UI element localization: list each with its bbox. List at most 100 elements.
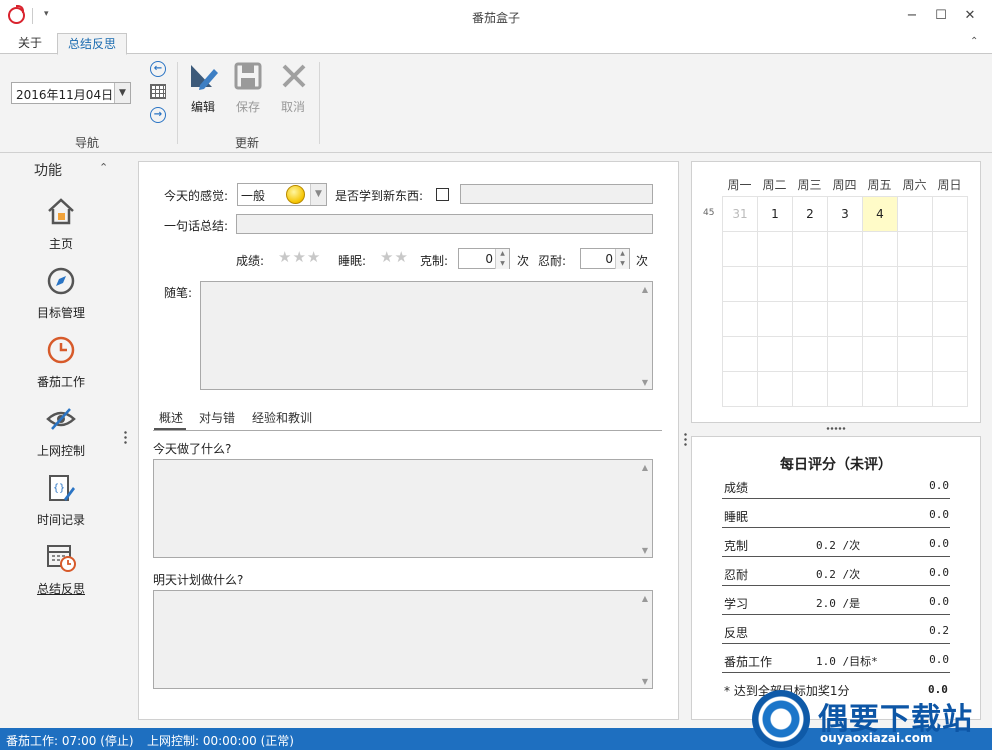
calendar-day-cell[interactable]: [863, 337, 898, 372]
calendar-day-cell[interactable]: [933, 372, 968, 407]
sidebar-item-home[interactable]: 主页: [0, 235, 122, 252]
calendar-day-cell[interactable]: [933, 302, 968, 337]
calendar-day-cell[interactable]: [758, 267, 793, 302]
date-picker[interactable]: 2016年11月04日 ▼: [11, 82, 131, 104]
calendar-day-cell[interactable]: [758, 337, 793, 372]
tab-lessons[interactable]: 经验和教训: [252, 409, 312, 426]
calendar-clock-icon[interactable]: [46, 542, 76, 572]
eye-slash-icon[interactable]: [46, 404, 76, 434]
scroll-up-icon[interactable]: ▲: [642, 285, 648, 294]
endure-stepper[interactable]: 0 ▲ ▼: [580, 248, 630, 269]
cancel-x-icon[interactable]: [281, 63, 307, 89]
minimize-button[interactable]: −: [902, 6, 922, 26]
calendar-day-cell[interactable]: [793, 372, 828, 407]
grade-rating[interactable]: ★★★: [278, 248, 321, 266]
chevron-down-icon[interactable]: ▼: [114, 83, 130, 103]
calendar-day-cell[interactable]: [863, 372, 898, 407]
clock-icon[interactable]: [46, 335, 76, 365]
calendar-day-cell[interactable]: [793, 267, 828, 302]
splitter-grip[interactable]: [826, 427, 846, 430]
sidebar-item-review[interactable]: 总结反思: [0, 580, 122, 597]
cancel-button[interactable]: 取消: [281, 98, 305, 115]
scroll-down-icon[interactable]: ▼: [642, 546, 648, 555]
calendar-day-cell[interactable]: [793, 232, 828, 267]
tab-about[interactable]: 关于: [8, 33, 52, 55]
stepper-up-icon[interactable]: ▲: [615, 249, 629, 259]
restraint-stepper[interactable]: 0 ▲ ▼: [458, 248, 510, 269]
calendar-day-cell[interactable]: [828, 337, 863, 372]
stepper-down-icon[interactable]: ▼: [495, 259, 509, 269]
calendar-day-cell[interactable]: [723, 372, 758, 407]
summary-input[interactable]: [236, 214, 653, 234]
edit-button[interactable]: 编辑: [191, 98, 215, 115]
learned-checkbox[interactable]: [436, 188, 449, 201]
tomorrow-textarea[interactable]: ▲ ▼: [153, 590, 653, 689]
chevron-up-icon[interactable]: ⌃: [99, 161, 108, 174]
calendar-day-cell[interactable]: [898, 267, 933, 302]
scroll-up-icon[interactable]: ▲: [642, 594, 648, 603]
prev-day-icon[interactable]: ←: [150, 61, 166, 77]
calendar-day-cell[interactable]: [933, 267, 968, 302]
tab-right-wrong[interactable]: 对与错: [199, 409, 235, 426]
stepper-up-icon[interactable]: ▲: [495, 249, 509, 259]
maximize-button[interactable]: ☐: [931, 6, 951, 26]
calendar-day-cell[interactable]: [898, 232, 933, 267]
notes-textarea[interactable]: ▲ ▼: [200, 281, 653, 390]
calendar-day-cell[interactable]: [758, 302, 793, 337]
calendar-day-cell[interactable]: [898, 372, 933, 407]
scroll-down-icon[interactable]: ▼: [642, 677, 648, 686]
splitter-grip[interactable]: [684, 432, 687, 448]
calendar-day-cell[interactable]: [898, 197, 933, 232]
calendar-day-cell[interactable]: 4: [863, 197, 898, 232]
calendar-day-cell[interactable]: [723, 302, 758, 337]
calendar-day-cell[interactable]: [828, 372, 863, 407]
calendar-day-cell[interactable]: [863, 302, 898, 337]
save-button[interactable]: 保存: [236, 98, 260, 115]
calendar-day-cell[interactable]: [793, 337, 828, 372]
calendar-day-cell[interactable]: [933, 197, 968, 232]
calendar-icon[interactable]: [150, 84, 166, 99]
calendar-day-cell[interactable]: 2: [793, 197, 828, 232]
close-button[interactable]: ✕: [960, 6, 980, 26]
calendar-day-cell[interactable]: [898, 337, 933, 372]
calendar-day-cell[interactable]: [933, 232, 968, 267]
sidebar-item-goals[interactable]: 目标管理: [0, 304, 122, 321]
calendar-day-cell[interactable]: [828, 267, 863, 302]
sleep-rating[interactable]: ★★: [380, 248, 409, 266]
code-pen-icon[interactable]: {}: [46, 473, 76, 503]
calendar-day-cell[interactable]: [723, 337, 758, 372]
sidebar-item-internet[interactable]: 上网控制: [0, 442, 122, 459]
calendar-day-cell[interactable]: [723, 232, 758, 267]
collapse-ribbon-icon[interactable]: ⌃: [970, 36, 978, 47]
tab-review[interactable]: 总结反思: [57, 33, 128, 55]
learned-input[interactable]: [460, 184, 653, 204]
calendar-day-cell[interactable]: [828, 302, 863, 337]
calendar-day-cell[interactable]: 3: [828, 197, 863, 232]
calendar-day-cell[interactable]: [828, 232, 863, 267]
home-icon[interactable]: [46, 196, 76, 226]
calendar-day-cell[interactable]: [758, 232, 793, 267]
next-day-icon[interactable]: →: [150, 107, 166, 123]
sidebar-item-timelog[interactable]: 时间记录: [0, 511, 122, 528]
today-textarea[interactable]: ▲ ▼: [153, 459, 653, 558]
feeling-select[interactable]: 一般 ▼: [237, 183, 327, 206]
save-disk-icon[interactable]: [234, 62, 262, 90]
edit-pen-icon[interactable]: [188, 61, 220, 93]
scroll-down-icon[interactable]: ▼: [642, 378, 648, 387]
calendar-day-cell[interactable]: [793, 302, 828, 337]
chevron-down-icon[interactable]: ▼: [310, 184, 326, 205]
calendar-day-cell[interactable]: [898, 302, 933, 337]
stepper-down-icon[interactable]: ▼: [615, 259, 629, 269]
sidebar-item-pomodoro[interactable]: 番茄工作: [0, 373, 122, 390]
tab-overview[interactable]: 概述: [159, 409, 183, 426]
calendar-day-cell[interactable]: [933, 337, 968, 372]
scroll-up-icon[interactable]: ▲: [642, 463, 648, 472]
calendar-day-cell[interactable]: 1: [758, 197, 793, 232]
calendar-day-cell[interactable]: [723, 267, 758, 302]
calendar-day-cell[interactable]: 31: [723, 197, 758, 232]
compass-icon[interactable]: [46, 266, 76, 296]
calendar-day-cell[interactable]: [758, 372, 793, 407]
calendar-day-cell[interactable]: [863, 232, 898, 267]
calendar-day-cell[interactable]: [863, 267, 898, 302]
splitter-grip[interactable]: [124, 430, 127, 446]
